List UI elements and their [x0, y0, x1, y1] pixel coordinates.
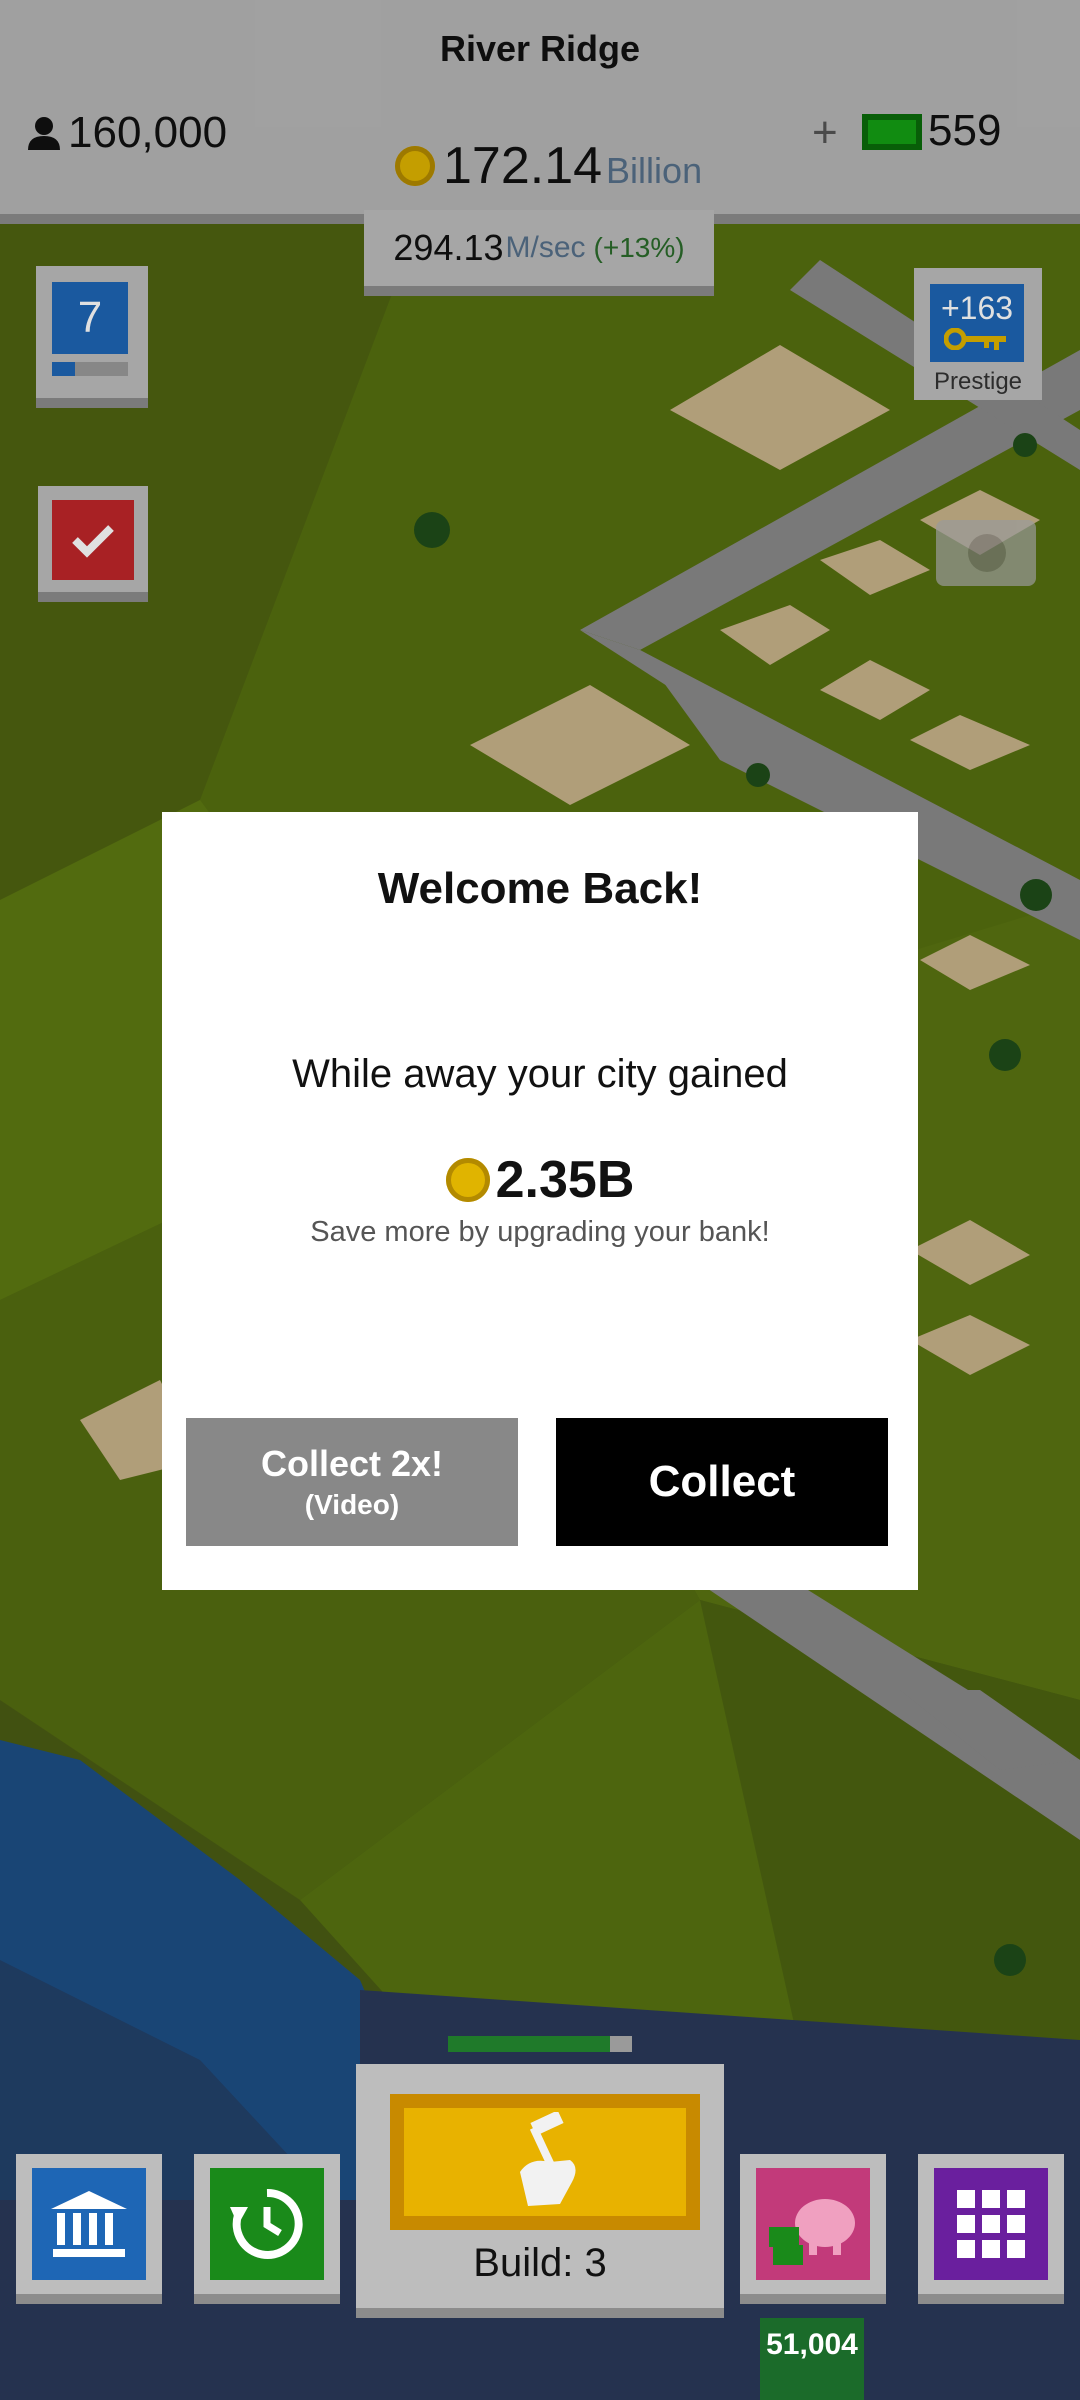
bank-button[interactable]	[16, 2154, 162, 2304]
cash-icon	[862, 114, 922, 150]
dialog-hint: Save more by upgrading your bank!	[310, 1216, 770, 1248]
coin-icon	[395, 146, 435, 186]
build-label: Build: 3	[473, 2241, 607, 2285]
build-panel: Build: 3	[356, 2064, 724, 2318]
cash-value: 559	[928, 106, 1002, 155]
collect-label: Collect	[648, 1457, 796, 1506]
piggy-bank-button[interactable]	[740, 2154, 886, 2304]
grid-menu-icon	[934, 2168, 1048, 2280]
rate-value: 294.13	[393, 227, 504, 268]
population-value: 160,000	[68, 108, 228, 157]
offline-earnings-value: 2.35B	[495, 1151, 635, 1209]
tasks-button[interactable]	[38, 486, 148, 602]
history-button[interactable]	[194, 2154, 340, 2304]
prestige-box: +163	[930, 284, 1024, 362]
bank-count: 51,004	[760, 2318, 864, 2400]
bank-icon	[32, 2168, 146, 2280]
offline-earnings: 2.35B	[162, 1150, 918, 1210]
dialog-title: Welcome Back!	[377, 864, 703, 913]
level-progress-bar	[52, 362, 128, 376]
population-display: 160,000	[26, 108, 227, 158]
check-icon	[52, 500, 134, 580]
key-icon	[944, 328, 1006, 350]
video-label: (Video)	[304, 1489, 400, 1520]
person-icon	[28, 117, 60, 150]
prestige-label: Prestige	[933, 368, 1023, 395]
city-name[interactable]: River Ridge	[0, 28, 1080, 70]
camera-icon[interactable]	[936, 520, 1036, 586]
collect-2x-label: Collect 2x!	[260, 1443, 444, 1484]
prestige-button[interactable]: +163 Prestige	[914, 268, 1042, 400]
money-value: 172.14	[443, 137, 603, 195]
build-icon	[520, 2112, 576, 2206]
money-display: 172.14 Billion	[395, 136, 702, 196]
income-rate[interactable]: 294.13 M/sec (+13%)	[364, 210, 714, 296]
menu-grid-button[interactable]	[918, 2154, 1064, 2304]
money-unit: Billion	[606, 150, 703, 191]
rate-unit: M/sec	[505, 231, 586, 264]
prestige-value: +163	[940, 290, 1014, 326]
build-progress-fill	[448, 2036, 610, 2052]
level-button[interactable]: 7	[36, 266, 148, 408]
collect-2x-video-button[interactable]: Collect 2x! (Video)	[186, 1418, 518, 1546]
level-value: 7	[52, 282, 128, 354]
collect-button[interactable]: Collect	[556, 1418, 888, 1546]
piggy-bank-icon	[756, 2168, 870, 2280]
build-progress-bar	[448, 2036, 632, 2052]
dialog-message: While away your city gained	[292, 1052, 788, 1096]
level-progress-fill	[52, 362, 75, 376]
build-button[interactable]	[390, 2094, 700, 2230]
coin-icon	[445, 1158, 490, 1202]
welcome-back-dialog: Welcome Back! While away your city gaine…	[162, 812, 918, 1590]
rate-bonus: (+13%)	[593, 232, 685, 263]
history-icon	[210, 2168, 324, 2280]
buy-cash-plus[interactable]: +	[812, 108, 838, 158]
